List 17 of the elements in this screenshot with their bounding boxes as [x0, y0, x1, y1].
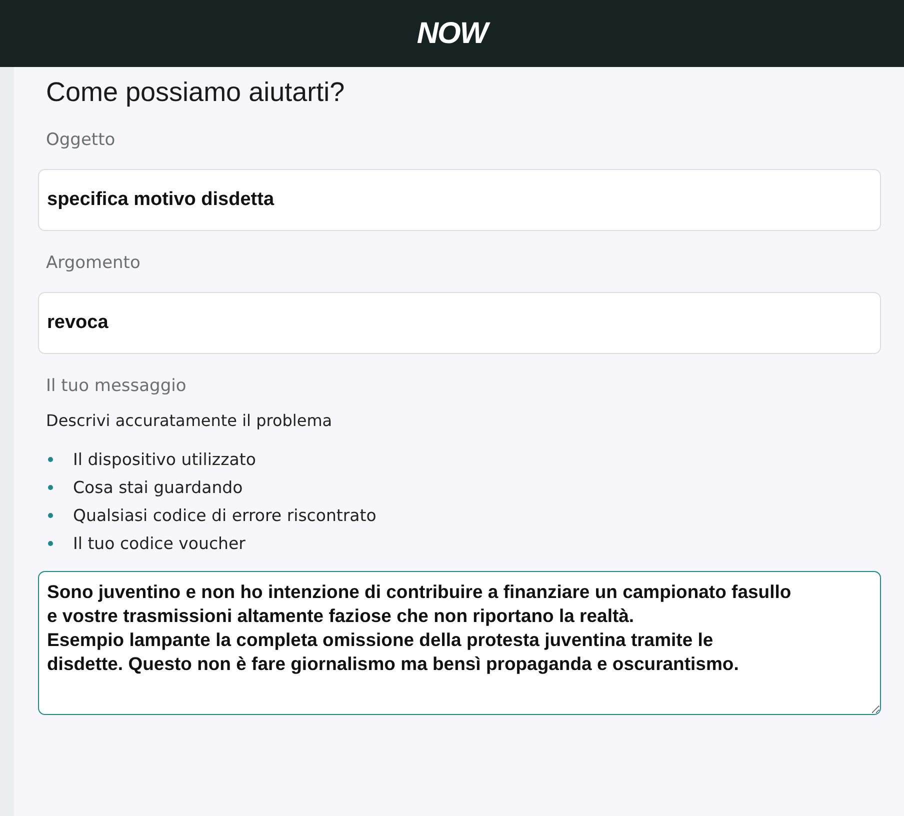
field-label: Il tuo messaggio: [46, 376, 188, 396]
list-item: Il tuo codice voucher: [73, 534, 246, 553]
input-field[interactable]: specifica motivo disdetta: [38, 169, 881, 231]
page-title: Come possiamo aiutarti?: [46, 77, 346, 108]
instruction-text: Descrivi accuratamente il problema: [46, 411, 334, 430]
list-item: Il dispositivo utilizzato: [73, 450, 256, 469]
bullet-icon: [48, 485, 53, 490]
bullet-icon: [48, 513, 53, 518]
list-item: Cosa stai guardando: [73, 478, 243, 497]
list-item: Qualsiasi codice di errore riscontrato: [73, 506, 376, 525]
field-label: Argomento: [46, 253, 142, 273]
field-label: Oggetto: [46, 130, 116, 150]
bullet-icon: [48, 541, 53, 546]
input-field[interactable]: revoca: [38, 292, 881, 354]
message-field[interactable]: Sono juventino e non ho intenzione di contribuire a finanziare un campionato fasullo e vostre trasmissioni altamente faziose che non riportano la realtà. Esempio lampante la completa omissione della protesta juventina tramite le disdette. Questo non è fare giornalismo ma bensì propaganda e oscurantismo.: [38, 571, 881, 715]
bullet-icon: [48, 457, 53, 462]
logo[interactable]: NOW: [416, 16, 488, 50]
